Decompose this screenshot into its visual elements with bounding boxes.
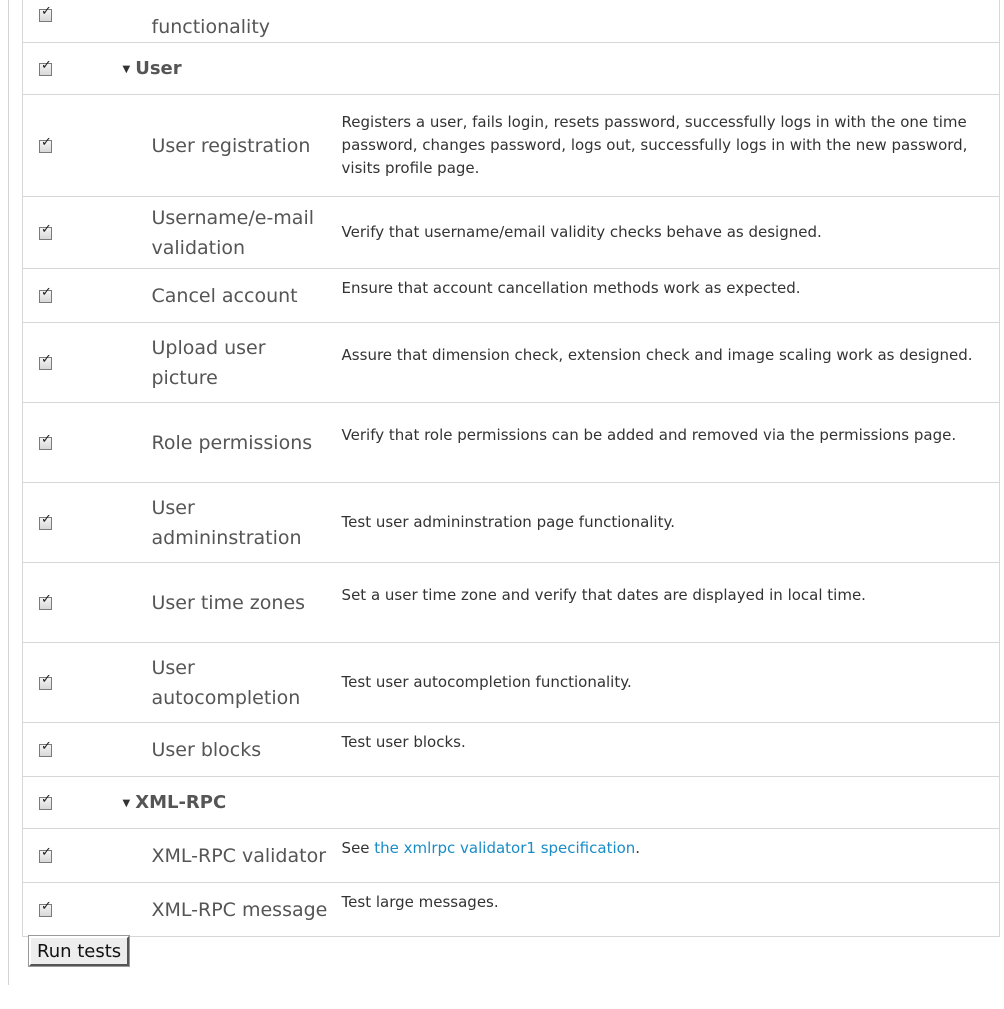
- group-toggle-xml-rpc[interactable]: ▼ XML-RPC: [123, 792, 1000, 813]
- test-description: See the xmlrpc validator1 specification.: [341, 839, 641, 857]
- test-row: ✓ Cancel account Ensure that account can…: [22, 268, 1000, 323]
- simpletest-page: ✓ functionality ✓ ▼ User ✓ User registrat…: [0, 0, 1004, 1009]
- checked-checkbox-icon[interactable]: ✓: [39, 593, 52, 610]
- test-row: ✓ User blocks Test user blocks.: [22, 722, 1000, 777]
- xmlrpc-spec-link[interactable]: the xmlrpc validator1 specification: [374, 839, 635, 857]
- run-tests-button[interactable]: Run tests: [29, 936, 130, 966]
- test-row: ✓ Username/e-mail validation Verify that…: [22, 196, 1000, 269]
- test-name: User registration: [151, 134, 311, 157]
- test-name: User admininstration: [151, 496, 302, 549]
- content-left-border: [8, 0, 9, 985]
- checked-checkbox-icon[interactable]: ✓: [39, 5, 52, 22]
- checked-checkbox-icon[interactable]: ✓: [39, 136, 52, 153]
- test-row: ✓ XML-RPC validator See the xmlrpc valid…: [22, 828, 1000, 883]
- test-name: Upload user picture: [151, 336, 266, 389]
- test-description: Test user admininstration page functiona…: [341, 513, 675, 531]
- test-description: Registers a user, fails login, resets pa…: [341, 113, 968, 177]
- test-name: User time zones: [151, 591, 306, 614]
- checked-checkbox-icon[interactable]: ✓: [39, 433, 52, 450]
- test-description: Assure that dimension check, extension c…: [341, 346, 973, 364]
- test-row: ✓ functionality: [22, 0, 1000, 43]
- checked-checkbox-icon[interactable]: ✓: [39, 846, 52, 863]
- test-description: Set a user time zone and verify that dat…: [341, 586, 866, 604]
- checked-checkbox-icon[interactable]: ✓: [39, 740, 52, 757]
- test-description: Ensure that account cancellation methods…: [341, 279, 801, 297]
- group-row-xml-rpc[interactable]: ✓ ▼ XML-RPC: [22, 776, 1000, 829]
- test-name: Cancel account: [151, 284, 298, 307]
- test-description: Test large messages.: [341, 893, 499, 911]
- test-description: Verify that role permissions can be adde…: [341, 426, 957, 444]
- checked-checkbox-icon[interactable]: ✓: [39, 673, 52, 690]
- test-description: Test user autocompletion functionality.: [341, 673, 632, 691]
- test-row: ✓ Upload user picture Assure that dimens…: [22, 322, 1000, 403]
- checked-checkbox-icon[interactable]: ✓: [39, 793, 52, 810]
- test-name: User blocks: [151, 738, 262, 761]
- test-name: XML-RPC message: [151, 898, 328, 921]
- checked-checkbox-icon[interactable]: ✓: [39, 223, 52, 240]
- checked-checkbox-icon[interactable]: ✓: [39, 353, 52, 370]
- checked-checkbox-icon[interactable]: ✓: [39, 513, 52, 530]
- group-row-user[interactable]: ✓ ▼ User: [22, 42, 1000, 95]
- test-row: ✓ User autocompletion Test user autocomp…: [22, 642, 1000, 723]
- test-name: Role permissions: [151, 431, 313, 454]
- checked-checkbox-icon[interactable]: ✓: [39, 286, 52, 303]
- checked-checkbox-icon[interactable]: ✓: [39, 59, 52, 76]
- caret-down-icon: ▼: [122, 63, 131, 75]
- test-name: Username/e-mail validation: [151, 206, 315, 259]
- test-row: ✓ User registration Registers a user, fa…: [22, 94, 1000, 197]
- test-name: functionality: [151, 15, 271, 38]
- test-row: ✓ Role permissions Verify that role perm…: [22, 402, 1000, 483]
- test-name: User autocompletion: [151, 656, 301, 709]
- checked-checkbox-icon[interactable]: ✓: [39, 900, 52, 917]
- caret-down-icon: ▼: [122, 797, 131, 809]
- group-toggle-user[interactable]: ▼ User: [123, 58, 1000, 79]
- test-description: Verify that username/email validity chec…: [341, 223, 822, 241]
- test-description: Test user blocks.: [341, 733, 466, 751]
- test-row: ✓ User time zones Set a user time zone a…: [22, 562, 1000, 643]
- test-name: XML-RPC validator: [151, 844, 327, 867]
- test-row: ✓ XML-RPC message Test large messages.: [22, 882, 1000, 937]
- test-selection-table: ✓ functionality ✓ ▼ User ✓ User registrat…: [22, 0, 1000, 937]
- test-row: ✓ User admininstration Test user adminin…: [22, 482, 1000, 563]
